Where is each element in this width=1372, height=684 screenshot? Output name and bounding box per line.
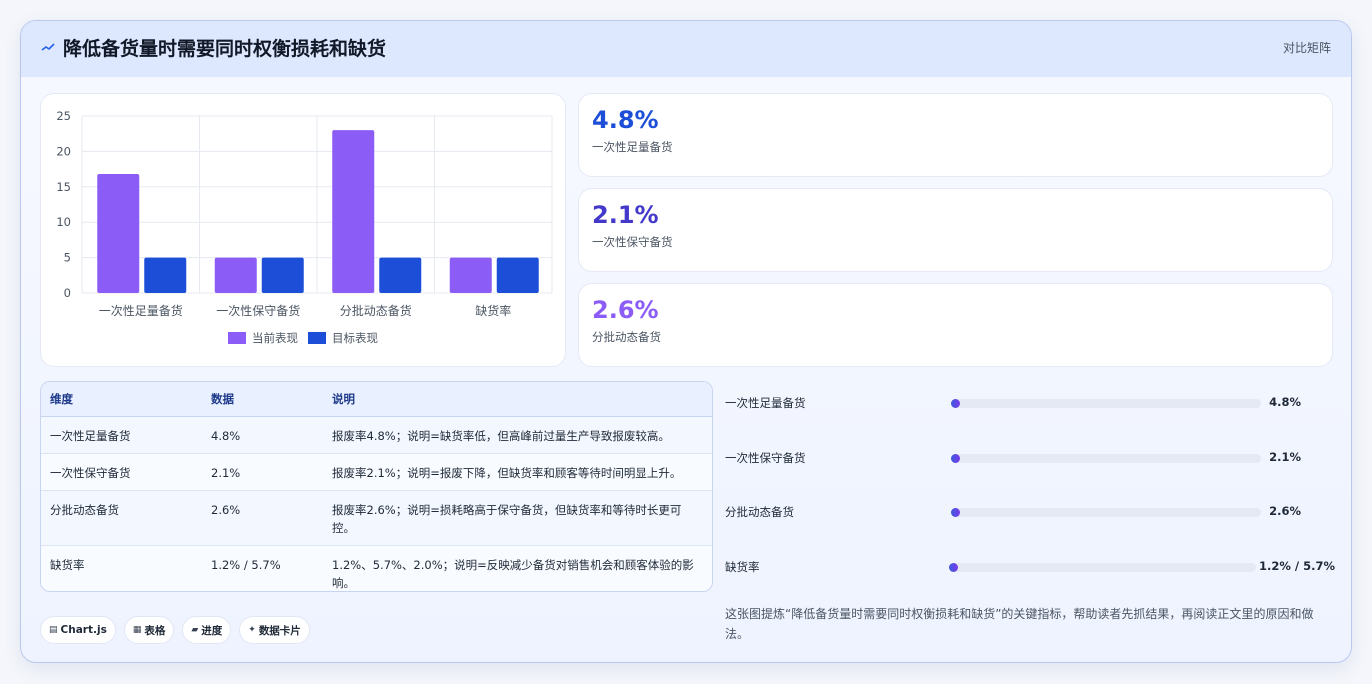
progress-item: 一次性保守备货 2.1% (725, 449, 1335, 469)
table-row: 分批动态备货 2.6% 报废率2.6%；说明=损耗略高于保守备货，但缺货率和等待… (41, 490, 712, 546)
bar-target (496, 257, 539, 293)
progress-item: 一次性足量备货 4.8% (725, 394, 1335, 414)
tech-chips: ▤ Chart.js ▦ 表格 ▰ 进度 ✦ 数据卡片 (40, 616, 310, 644)
table-cell: 报废率2.1%；说明=报废下降，但缺货率和顾客等待时间明显上升。 (323, 453, 712, 491)
progress-label: 一次性足量备货 (725, 396, 806, 410)
legend-swatch-target (308, 332, 326, 344)
y-tick-label: 10 (56, 215, 71, 229)
chip-chartjs[interactable]: ▤ Chart.js (40, 616, 116, 644)
bar-chart-panel: 0 5 10 15 20 25 一次性足量备货 一次性保守备货 分批动态备货 缺货率 当前表现 目… (40, 93, 566, 367)
chip-data-card[interactable]: ✦ 数据卡片 (239, 616, 310, 644)
bar-current (449, 257, 492, 293)
legend-item-current[interactable]: 当前表现 (228, 330, 298, 346)
table-header-row: 维度 数据 说明 (41, 382, 712, 417)
data-table: 维度 数据 说明 一次性足量备货 4.8% 报废率4.8%；说明=缺货率低，但高… (40, 381, 713, 592)
legend-swatch-current (228, 332, 246, 344)
x-tick-label: 一次性足量备货 (99, 303, 183, 318)
progress-value: 2.1% (1269, 450, 1301, 464)
stat-card-conservative-stock: 2.1% 一次性保守备货 (578, 188, 1333, 272)
table-cell: 1.2% / 5.7% (202, 545, 323, 591)
progress-icon: ▰ (191, 625, 199, 635)
card-header: 降低备货量时需要同时权衡损耗和缺货 对比矩阵 (21, 21, 1351, 77)
x-tick-label: 分批动态备货 (340, 303, 412, 318)
column-header: 说明 (323, 382, 712, 417)
chart-icon: ▤ (49, 625, 58, 635)
column-header: 维度 (41, 382, 202, 417)
table-cell: 一次性足量备货 (41, 416, 202, 454)
progress-item: 分批动态备货 2.6% (725, 503, 1335, 523)
table-cell: 2.1% (202, 453, 323, 491)
progress-label: 分批动态备货 (725, 505, 794, 519)
chip-table[interactable]: ▦ 表格 (123, 616, 175, 644)
table-icon: ▦ (132, 625, 142, 635)
progress-value: 1.2% / 5.7% (1259, 559, 1335, 573)
chip-label: Chart.js (60, 624, 107, 636)
table-cell: 报废率2.6%；说明=损耗略高于保守备货，但缺货率和等待时长更可控。 (323, 490, 712, 546)
table-cell: 报废率4.8%；说明=缺货率低，但高峰前过量生产导致报废较高。 (323, 416, 712, 454)
bar-target (144, 257, 187, 293)
bar-chart: 0 5 10 15 20 25 一次性足量备货 一次性保守备货 分批动态备货 缺货率 (56, 109, 553, 318)
stat-label: 一次性保守备货 (592, 235, 673, 249)
card-title: 降低备货量时需要同时权衡损耗和缺货 (63, 38, 387, 60)
table-cell: 2.6% (202, 490, 323, 546)
progress-fill (949, 563, 958, 572)
legend-item-target[interactable]: 目标表现 (308, 330, 378, 346)
bar-target (261, 257, 304, 293)
stat-value: 2.6% (592, 296, 659, 324)
column-header: 数据 (202, 382, 323, 417)
table-cell: 1.2%、5.7%、2.0%；说明=反映减少备货对销售机会和顾客体验的影响。 (323, 545, 712, 591)
compare-matrix-label: 对比矩阵 (1282, 41, 1331, 55)
progress-item: 缺货率 1.2% / 5.7% (725, 558, 1335, 578)
sparkline-icon (41, 41, 55, 55)
progress-label: 缺货率 (725, 560, 760, 574)
stat-label: 一次性足量备货 (592, 140, 673, 154)
y-tick-label: 20 (56, 144, 71, 158)
bar-current (97, 174, 140, 293)
chip-label: 数据卡片 (258, 624, 301, 637)
x-tick-label: 缺货率 (475, 303, 511, 318)
data-card-icon: ✦ (248, 625, 256, 635)
chip-label: 表格 (144, 624, 166, 637)
chip-progress[interactable]: ▰ 进度 (182, 616, 232, 644)
chart-legend: 当前表现 目标表现 (41, 330, 565, 346)
bar-current (214, 257, 257, 293)
y-tick-label: 25 (56, 109, 71, 123)
summary-caption: 这张图提炼“降低备货量时需要同时权衡损耗和缺货”的关键指标，帮助读者先抓结果，再… (725, 607, 1314, 641)
y-tick-label: 0 (64, 286, 71, 300)
progress-fill (951, 454, 960, 463)
stat-card-dynamic-stock: 2.6% 分批动态备货 (578, 283, 1333, 367)
legend-label-current: 当前表现 (252, 331, 298, 345)
comparison-card: 降低备货量时需要同时权衡损耗和缺货 对比矩阵 0 5 10 15 20 25 一次性足量备货… (20, 20, 1352, 663)
y-tick-label: 5 (64, 251, 71, 265)
bar-current (332, 130, 375, 293)
legend-label-target: 目标表现 (332, 331, 378, 345)
y-tick-label: 15 (56, 180, 71, 194)
x-tick-label: 一次性保守备货 (216, 303, 300, 318)
bar-target (379, 257, 422, 293)
table-cell: 一次性保守备货 (41, 453, 202, 491)
progress-track (951, 454, 1261, 463)
progress-track (951, 508, 1261, 517)
table-cell: 缺货率 (41, 545, 202, 591)
progress-label: 一次性保守备货 (725, 451, 806, 465)
chip-label: 进度 (201, 624, 223, 637)
progress-fill (951, 399, 960, 408)
stat-value: 2.1% (592, 201, 659, 229)
progress-value: 4.8% (1269, 395, 1301, 409)
progress-track (949, 563, 1256, 572)
progress-value: 2.6% (1269, 504, 1301, 518)
table-cell: 分批动态备货 (41, 490, 202, 546)
table-row: 缺货率 1.2% / 5.7% 1.2%、5.7%、2.0%；说明=反映减少备货… (41, 545, 712, 591)
progress-track (951, 399, 1261, 408)
stat-label: 分批动态备货 (592, 330, 661, 344)
stat-card-full-stock: 4.8% 一次性足量备货 (578, 93, 1333, 177)
stat-value: 4.8% (592, 106, 659, 134)
progress-fill (951, 508, 960, 517)
table-cell: 4.8% (202, 416, 323, 454)
table-row: 一次性足量备货 4.8% 报废率4.8%；说明=缺货率低，但高峰前过量生产导致报… (41, 416, 712, 454)
table-row: 一次性保守备货 2.1% 报废率2.1%；说明=报废下降，但缺货率和顾客等待时间… (41, 453, 712, 491)
